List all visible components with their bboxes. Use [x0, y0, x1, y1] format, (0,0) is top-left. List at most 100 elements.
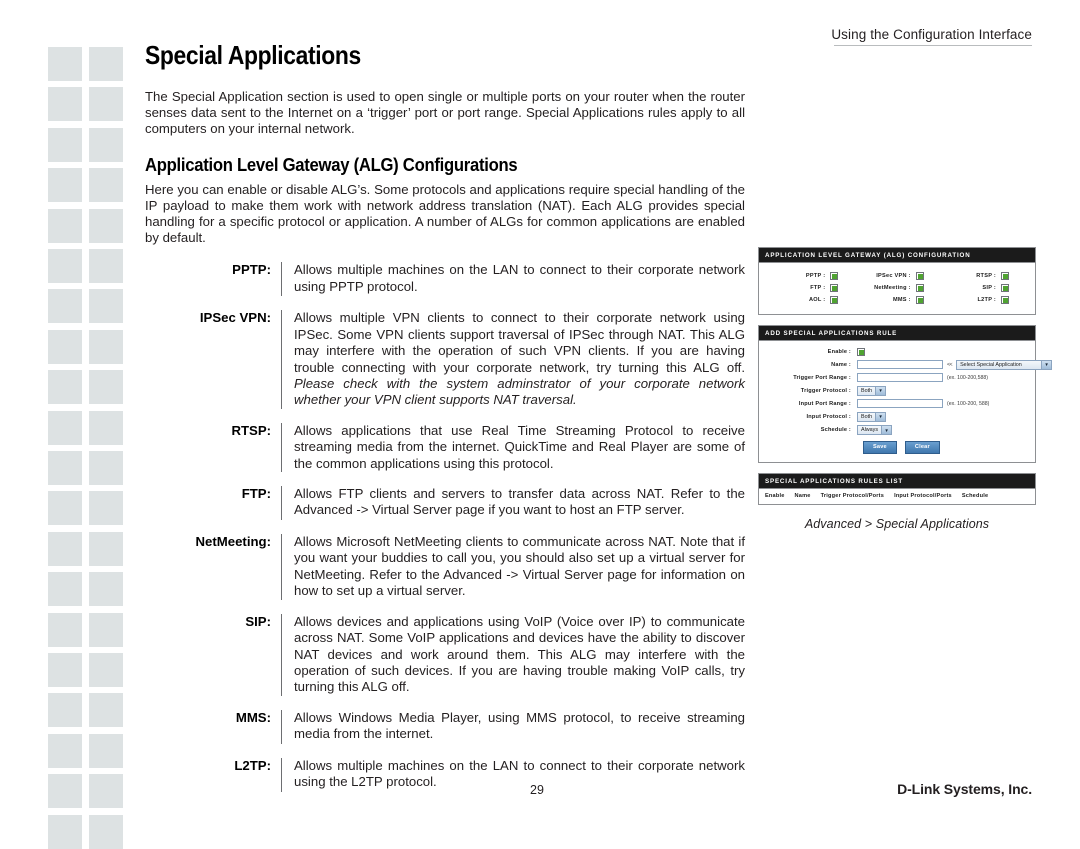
add-special-applications-rule-panel: ADD SPECIAL APPLICATIONS RULE Enable : N…	[758, 325, 1053, 463]
input-protocol-dropdown[interactable]: Both ▼	[857, 411, 887, 422]
alg-definition-description: Allows applications that use Real Time S…	[281, 422, 745, 473]
alg-definition-description: Allows multiple machines on the LAN to c…	[281, 262, 745, 297]
alg-definition-emphasis: Please check with the system adminstrato…	[294, 376, 745, 408]
decorative-square	[48, 208, 82, 243]
input-port-range-label: Input Port Range :	[798, 400, 851, 407]
enable-row: Enable :	[765, 348, 1029, 356]
name-input[interactable]	[857, 360, 943, 369]
alg-checkbox[interactable]	[915, 284, 924, 292]
alg-definition-row: L2TP: Allows multiple machines on the LAN…	[145, 757, 745, 792]
alg-definition-row: NetMeeting: Allows Microsoft NetMeeting c…	[145, 534, 745, 600]
alg-checkbox-label: AOL :	[808, 297, 826, 303]
select-special-application-dropdown[interactable]: Select Special Application ▼	[956, 359, 1053, 370]
schedule-row: Schedule : Always ▼	[765, 425, 1029, 435]
alg-definition-list: PPTP: Allows multiple machines on the LAN…	[145, 262, 745, 792]
decorative-square	[89, 653, 123, 687]
alg-definition-row: PPTP: Allows multiple machines on the LAN…	[145, 262, 745, 297]
alg-definition-description: Allows multiple machines on the LAN to c…	[281, 757, 745, 792]
company-name: D-Link Systems, Inc.	[897, 781, 1032, 797]
alg-panel-body: PPTP : IPSec VPN : RTSP : FTP : NetMeeting :…	[759, 263, 1035, 314]
figure-caption: Advanced > Special Applications	[804, 516, 990, 531]
schedule-value: Always	[861, 427, 879, 433]
trigger-protocol-value: Both	[861, 387, 873, 394]
alg-checkbox-cell: NetMeeting :	[854, 284, 939, 292]
decorative-square	[89, 531, 123, 566]
alg-checkbox-label: RTSP :	[976, 273, 996, 279]
chevron-down-icon: ▼	[875, 412, 886, 421]
decorative-square	[48, 289, 82, 324]
form-button-row: Save Clear	[765, 441, 1029, 454]
alg-checkbox-cell: IPSec VPN :	[854, 272, 939, 280]
decorative-square	[89, 612, 123, 647]
decorative-square	[89, 87, 123, 122]
schedule-label: Schedule :	[820, 427, 851, 433]
input-port-range-hint: (ex. 100-200, 588)	[947, 400, 990, 407]
decorative-square	[48, 329, 82, 364]
select-special-application-value: Select Special Application	[960, 361, 1022, 368]
section-intro-paragraph: Here you can enable or disable ALG’s. So…	[145, 181, 745, 246]
alg-checkbox-label: NetMeeting :	[874, 285, 911, 291]
alg-checkbox-label: SIP :	[982, 285, 996, 291]
trigger-port-range-label: Trigger Port Range :	[793, 374, 851, 381]
alg-definition-row: IPSec VPN: Allows multiple VPN clients to…	[145, 310, 745, 409]
chevron-down-icon: ▼	[881, 426, 892, 434]
alg-definition-term: SIP:	[245, 613, 271, 629]
decorative-square	[89, 410, 123, 445]
running-header-rule	[834, 45, 1032, 46]
decorative-square	[48, 693, 82, 728]
alg-checkbox-cell: SIP :	[940, 284, 1025, 292]
alg-checkbox[interactable]	[830, 296, 839, 304]
decorative-square	[48, 47, 82, 81]
rules-list-column-header: Enable	[765, 492, 785, 499]
add-rule-panel-title: ADD SPECIAL APPLICATIONS RULE	[759, 326, 1035, 341]
rules-list-column-header: Name	[794, 492, 811, 499]
alg-checkbox[interactable]	[915, 272, 924, 280]
decorative-square	[89, 289, 123, 324]
alg-checkbox[interactable]	[830, 284, 839, 292]
schedule-dropdown[interactable]: Always ▼	[857, 425, 893, 435]
alg-definition-term: RTSP:	[231, 422, 271, 438]
alg-definition-row: FTP: Allows FTP clients and servers to tr…	[145, 486, 745, 521]
decorative-sidebar	[0, 0, 150, 849]
alg-definition-description: Allows devices and applications using Vo…	[281, 613, 745, 696]
alg-definition-row: SIP: Allows devices and applications usin…	[145, 613, 745, 696]
alg-checkbox-cell: L2TP :	[940, 296, 1025, 304]
decorative-square	[89, 47, 123, 81]
alg-checkbox[interactable]	[830, 272, 839, 280]
alg-checkbox-label: MMS :	[892, 297, 911, 303]
decorative-square	[89, 491, 123, 526]
trigger-port-range-input[interactable]	[857, 373, 943, 382]
decorative-square	[89, 814, 123, 849]
input-port-range-input[interactable]	[857, 399, 943, 408]
decorative-square	[48, 370, 82, 405]
trigger-protocol-dropdown[interactable]: Both ▼	[857, 385, 887, 396]
name-label: Name :	[831, 361, 851, 368]
name-arrows: <<	[947, 361, 953, 368]
decorative-square	[89, 451, 123, 485]
chevron-down-icon: ▼	[1041, 360, 1052, 369]
enable-checkbox[interactable]	[857, 348, 865, 356]
save-button[interactable]: Save	[863, 441, 897, 454]
alg-checkbox[interactable]	[915, 296, 924, 304]
clear-button[interactable]: Clear	[904, 441, 940, 454]
alg-checkbox-label: L2TP :	[977, 297, 996, 303]
decorative-square	[89, 774, 123, 809]
decorative-square	[89, 572, 123, 607]
alg-checkbox[interactable]	[1001, 296, 1009, 304]
section-title: Application Level Gateway (ALG) Configur…	[145, 153, 518, 175]
input-protocol-label: Input Protocol :	[806, 413, 851, 420]
alg-definition-description: Allows Windows Media Player, using MMS p…	[281, 709, 745, 744]
decorative-square	[48, 168, 82, 203]
alg-checkbox-cell: AOL :	[769, 296, 854, 304]
alg-checkbox[interactable]	[1001, 284, 1009, 292]
alg-checkbox-cell: RTSP :	[940, 272, 1025, 280]
decorative-square	[48, 491, 82, 526]
page-number: 29	[530, 783, 544, 797]
alg-definition-term: NetMeeting:	[195, 534, 271, 550]
alg-checkbox[interactable]	[1001, 272, 1009, 280]
rules-list-column-header: Input Protocol/Ports	[894, 492, 952, 499]
trigger-port-range-hint: (ex. 100-200,588)	[947, 374, 988, 381]
running-header-text: Using the Configuration Interface	[831, 27, 1032, 42]
alg-definition-term: FTP:	[241, 486, 271, 502]
alg-checkbox-label: FTP :	[810, 285, 826, 291]
